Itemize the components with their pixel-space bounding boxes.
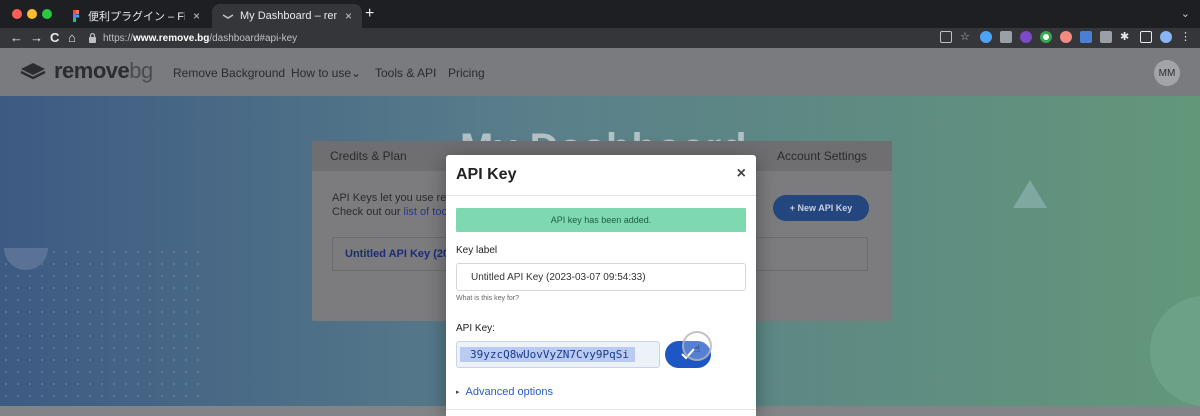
reload-button[interactable]: C <box>50 29 59 47</box>
site-header: removebg Remove Background How to use⌄ T… <box>0 48 1200 96</box>
extension-icon[interactable] <box>1100 31 1112 43</box>
api-key-title: API Key: <box>456 323 495 334</box>
extension-icon[interactable] <box>1040 31 1052 43</box>
bookmark-star-icon[interactable]: ☆ <box>960 31 972 43</box>
back-button[interactable]: ← <box>10 29 23 47</box>
decorative-triangle <box>1013 180 1047 208</box>
api-key-modal: API Key × API key has been added. Key la… <box>446 155 756 416</box>
new-api-key-button[interactable]: + New API Key <box>773 195 869 221</box>
key-label-title: Key label <box>456 245 498 256</box>
api-keys-docs-line: Check out our list of too <box>332 206 448 218</box>
modal-title: API Key <box>456 166 517 183</box>
remove-bg-icon <box>222 14 234 19</box>
browser-tab-strip: 便利プラグイン – Figma × My Dashboard – remove.… <box>0 0 1200 28</box>
side-panel-icon[interactable] <box>1140 31 1152 43</box>
home-button[interactable]: ⌂ <box>68 29 76 47</box>
extension-icon[interactable] <box>1060 31 1072 43</box>
extension-icon[interactable] <box>980 31 992 43</box>
success-alert: API key has been added. <box>456 208 746 232</box>
logo-text: removebg <box>54 58 153 83</box>
divider <box>446 195 756 196</box>
close-window-button[interactable] <box>12 9 22 19</box>
tab-account-settings[interactable]: Account Settings <box>777 149 867 163</box>
remove-bg-logo-icon <box>20 63 46 80</box>
advanced-options-toggle[interactable]: ▸ Advanced options <box>456 386 553 398</box>
profile-avatar-icon[interactable] <box>1160 31 1172 43</box>
api-key-name: Untitled API Key (202 <box>345 248 456 260</box>
pointer-cursor-icon: ☝ <box>694 344 701 355</box>
new-tab-button[interactable]: + <box>365 6 374 22</box>
key-label-helper: What is this key for? <box>456 295 520 302</box>
decorative-circle <box>1150 296 1200 406</box>
lock-icon <box>89 33 96 43</box>
share-icon[interactable] <box>940 31 952 43</box>
api-key-value: 39yzcQ8wUovVyZN7Cvy9PqSi <box>460 347 635 362</box>
close-icon[interactable]: × <box>737 165 746 183</box>
minimize-window-button[interactable] <box>27 9 37 19</box>
nav-how-to-use[interactable]: How to use⌄ <box>291 66 361 80</box>
advanced-options-label: Advanced options <box>465 386 553 398</box>
tab-title: My Dashboard – remove.bg <box>240 10 337 22</box>
nav-pricing[interactable]: Pricing <box>448 66 485 80</box>
forward-button[interactable]: → <box>30 29 43 47</box>
more-menu-icon[interactable]: ⋮ <box>1180 31 1192 43</box>
extensions-puzzle-icon[interactable]: ✱ <box>1120 31 1132 43</box>
tab-figma[interactable]: 便利プラグイン – Figma × <box>60 4 210 28</box>
extension-icon[interactable] <box>1000 31 1012 43</box>
tab-title: 便利プラグイン – Figma <box>88 11 185 23</box>
url-host: www.remove.bg <box>133 32 210 44</box>
extension-icon[interactable] <box>1020 31 1032 43</box>
tab-search-icon[interactable]: ⌄ <box>1181 7 1190 20</box>
key-label-input[interactable]: Untitled API Key (2023-03-07 09:54:33) <box>456 263 746 291</box>
close-icon[interactable]: × <box>345 9 352 23</box>
caret-right-icon: ▸ <box>456 389 460 396</box>
tab-remove-bg[interactable]: My Dashboard – remove.bg × <box>212 4 362 28</box>
browser-toolbar: ← → C ⌂ https:// www.remove.bg /dashboar… <box>0 28 1200 48</box>
chevron-down-icon: ⌄ <box>351 66 362 80</box>
address-bar[interactable]: https:// www.remove.bg /dashboard#api-ke… <box>88 30 948 46</box>
avatar[interactable]: MM <box>1154 60 1180 86</box>
nav-tools-api[interactable]: Tools & API <box>375 66 436 80</box>
site-logo[interactable]: removebg <box>20 58 153 84</box>
figma-icon <box>73 10 80 22</box>
extensions-area: ☆ ✱ ⋮ <box>940 31 1192 43</box>
extension-icon[interactable] <box>1080 31 1092 43</box>
nav-remove-background[interactable]: Remove Background <box>173 66 285 80</box>
divider <box>446 409 756 410</box>
decorative-dots <box>0 246 200 416</box>
key-label-value: Untitled API Key (2023-03-07 09:54:33) <box>471 271 646 283</box>
maximize-window-button[interactable] <box>42 9 52 19</box>
tools-list-link[interactable]: list of too <box>404 206 448 218</box>
tab-credits-plan[interactable]: Credits & Plan <box>330 149 407 163</box>
url-path: /dashboard#api-key <box>209 32 298 44</box>
api-keys-description: API Keys let you use ren <box>332 192 453 204</box>
close-icon[interactable]: × <box>193 9 200 23</box>
api-key-field[interactable]: 39yzcQ8wUovVyZN7Cvy9PqSi <box>456 341 660 368</box>
url-scheme: https:// <box>103 32 134 44</box>
